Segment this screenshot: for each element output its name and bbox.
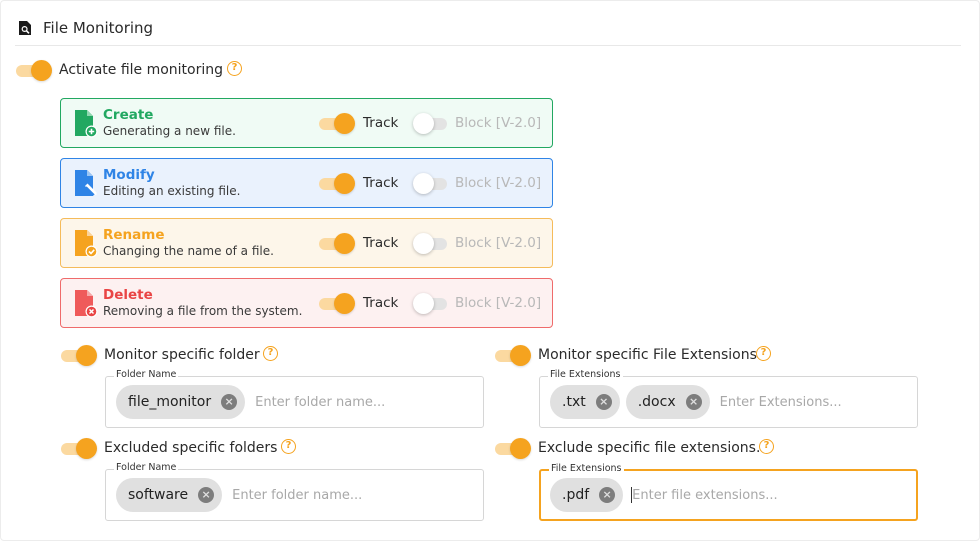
folder-chip: file_monitor × xyxy=(116,385,246,419)
chip-remove-icon[interactable]: × xyxy=(595,394,612,410)
header-divider xyxy=(15,45,961,46)
excluded-extensions-input[interactable] xyxy=(632,480,833,510)
help-icon[interactable]: ? xyxy=(263,346,278,361)
extension-chip: .docx × xyxy=(625,385,710,419)
help-icon[interactable]: ? xyxy=(281,439,296,454)
track-label: Track xyxy=(363,295,399,311)
monitor-extensions-field: File Extensions .txt × .docx × xyxy=(539,369,918,428)
monitor-extensions-label: Monitor specific File Extensions xyxy=(538,347,757,363)
track-label: Track xyxy=(363,115,399,131)
block-toggle-create[interactable] xyxy=(413,112,449,134)
help-icon[interactable]: ? xyxy=(756,346,771,361)
monitor-folder-label: Monitor specific folder xyxy=(104,347,260,363)
monitor-folder-toggle[interactable] xyxy=(61,344,97,366)
track-toggle-create[interactable] xyxy=(319,112,355,134)
field-legend: Folder Name xyxy=(114,369,179,380)
monitor-extensions-toggle[interactable] xyxy=(495,344,531,366)
block-label: Block [V-2.0] xyxy=(455,115,542,131)
excluded-extensions-field: File Extensions .pdf × xyxy=(539,463,918,521)
block-label: Block [V-2.0] xyxy=(455,235,542,251)
action-card-delete: Delete Removing a file from the system. … xyxy=(60,278,553,328)
chip-remove-icon[interactable]: × xyxy=(599,487,616,503)
chip-remove-icon[interactable]: × xyxy=(221,394,238,410)
track-toggle-delete[interactable] xyxy=(319,292,355,314)
help-icon[interactable]: ? xyxy=(759,439,774,454)
page-title: File Monitoring xyxy=(43,19,154,37)
action-title: Create xyxy=(103,107,154,123)
track-toggle-modify[interactable] xyxy=(319,172,355,194)
folder-name-input[interactable] xyxy=(255,387,456,417)
activate-monitoring-label: Activate file monitoring xyxy=(59,62,224,78)
block-label: Block [V-2.0] xyxy=(455,295,542,311)
activate-monitoring-toggle[interactable] xyxy=(16,59,52,81)
block-toggle-delete[interactable] xyxy=(413,292,449,314)
track-label: Track xyxy=(363,235,399,251)
action-description: Generating a new file. xyxy=(103,124,236,138)
file-create-icon xyxy=(73,109,99,139)
track-label: Track xyxy=(363,175,399,191)
excluded-folder-input[interactable] xyxy=(232,480,453,510)
action-card-rename: Rename Changing the name of a file. Trac… xyxy=(60,218,553,268)
track-toggle-rename[interactable] xyxy=(319,232,355,254)
block-toggle-modify[interactable] xyxy=(413,172,449,194)
excluded-extensions-toggle[interactable] xyxy=(495,437,531,459)
action-title: Rename xyxy=(103,227,165,243)
folder-chip: software × xyxy=(116,478,223,512)
help-icon[interactable]: ? xyxy=(227,61,242,76)
excluded-folders-label: Excluded specific folders xyxy=(104,440,278,456)
excluded-folders-toggle[interactable] xyxy=(61,437,97,459)
file-delete-icon xyxy=(73,289,99,319)
excluded-extensions-label: Exclude specific file extensions. xyxy=(538,440,761,456)
action-description: Removing a file from the system. xyxy=(103,304,303,318)
block-label: Block [V-2.0] xyxy=(455,175,542,191)
file-rename-icon xyxy=(73,229,99,259)
action-card-create: Create Generating a new file. Track Bloc… xyxy=(60,98,553,148)
action-title: Delete xyxy=(103,287,153,303)
excluded-folders-field: Folder Name software × xyxy=(105,462,484,521)
file-monitoring-panel: File Monitoring Activate file monitoring… xyxy=(0,0,980,541)
extensions-input[interactable] xyxy=(719,387,870,417)
file-edit-icon xyxy=(73,169,99,199)
field-legend: File Extensions xyxy=(548,369,623,380)
action-description: Editing an existing file. xyxy=(103,184,241,198)
chip-remove-icon[interactable]: × xyxy=(685,394,702,410)
action-description: Changing the name of a file. xyxy=(103,244,274,258)
extension-chip: .pdf × xyxy=(550,478,624,512)
action-title: Modify xyxy=(103,167,155,183)
field-legend: File Extensions xyxy=(549,463,624,474)
extension-chip: .txt × xyxy=(550,385,620,419)
block-toggle-rename[interactable] xyxy=(413,232,449,254)
document-search-icon xyxy=(17,20,33,36)
chip-remove-icon[interactable]: × xyxy=(198,487,215,503)
action-card-modify: Modify Editing an existing file. Track B… xyxy=(60,158,553,208)
monitor-folder-field: Folder Name file_monitor × xyxy=(105,369,484,428)
panel-header: File Monitoring xyxy=(17,17,153,39)
field-legend: Folder Name xyxy=(114,462,179,473)
